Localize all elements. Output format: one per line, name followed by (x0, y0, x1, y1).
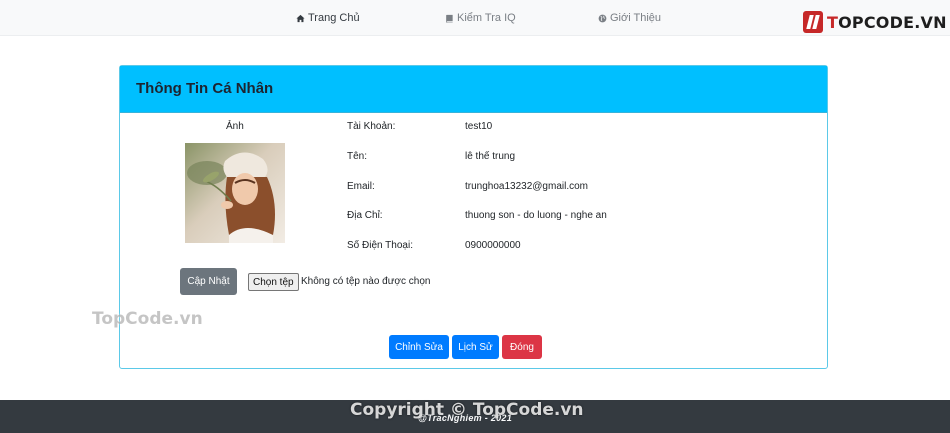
profile-title: Thông Tin Cá Nhân (136, 80, 274, 97)
email-value: trunghoa13232@gmail.com (465, 181, 589, 192)
nav-about[interactable]: Giới Thiệu (598, 12, 661, 24)
nav-home-label: Trang Chủ (308, 12, 360, 24)
profile-card: Thông Tin Cá Nhân Ảnh Tài Khoản: test10 … (119, 65, 828, 369)
phone-value: 0900000000 (465, 240, 521, 251)
name-label: Tên: (347, 151, 368, 162)
email-label: Email: (347, 181, 375, 192)
edit-button[interactable]: Chỉnh Sửa (389, 335, 449, 359)
name-value: lê thế trung (465, 151, 516, 162)
nav-about-label: Giới Thiệu (610, 12, 662, 24)
book-icon (446, 14, 453, 23)
topcode-logo[interactable]: TOPCODE.VN (803, 11, 947, 33)
avatar (185, 143, 285, 243)
globe-icon (598, 14, 607, 22)
photo-label: Ảnh (226, 121, 244, 132)
profile-card-header: Thông Tin Cá Nhân (120, 66, 827, 113)
topcode-logo-icon (803, 11, 823, 33)
nav-iq-test[interactable]: Kiểm Tra IQ (445, 12, 516, 24)
avatar-image (185, 143, 285, 243)
nav-iq-test-label: Kiểm Tra IQ (457, 12, 516, 24)
update-photo-button[interactable]: Cập Nhật (180, 268, 237, 295)
nav-home[interactable]: Trang Chủ (296, 12, 360, 24)
account-label: Tài Khoản: (347, 121, 396, 132)
close-button[interactable]: Đóng (502, 335, 542, 359)
footer: @TracNghiem - 2021 (0, 400, 950, 433)
footer-text: @TracNghiem - 2021 (418, 413, 513, 423)
account-value: test10 (465, 121, 493, 132)
top-navbar: Trang Chủ Kiểm Tra IQ Giới Thiệu TOPCODE… (0, 0, 950, 36)
history-button[interactable]: Lịch Sử (452, 335, 499, 359)
choose-file-button[interactable]: Chọn tệp (248, 273, 299, 291)
address-value: thuong son - do luong - nghe an (465, 210, 607, 221)
topcode-logo-text: TOPCODE.VN (827, 12, 947, 32)
file-status-text: Không có tệp nào được chọn (301, 276, 431, 287)
home-icon (296, 14, 305, 22)
phone-label: Số Điện Thoại: (347, 240, 413, 251)
address-label: Địa Chỉ: (347, 210, 383, 221)
